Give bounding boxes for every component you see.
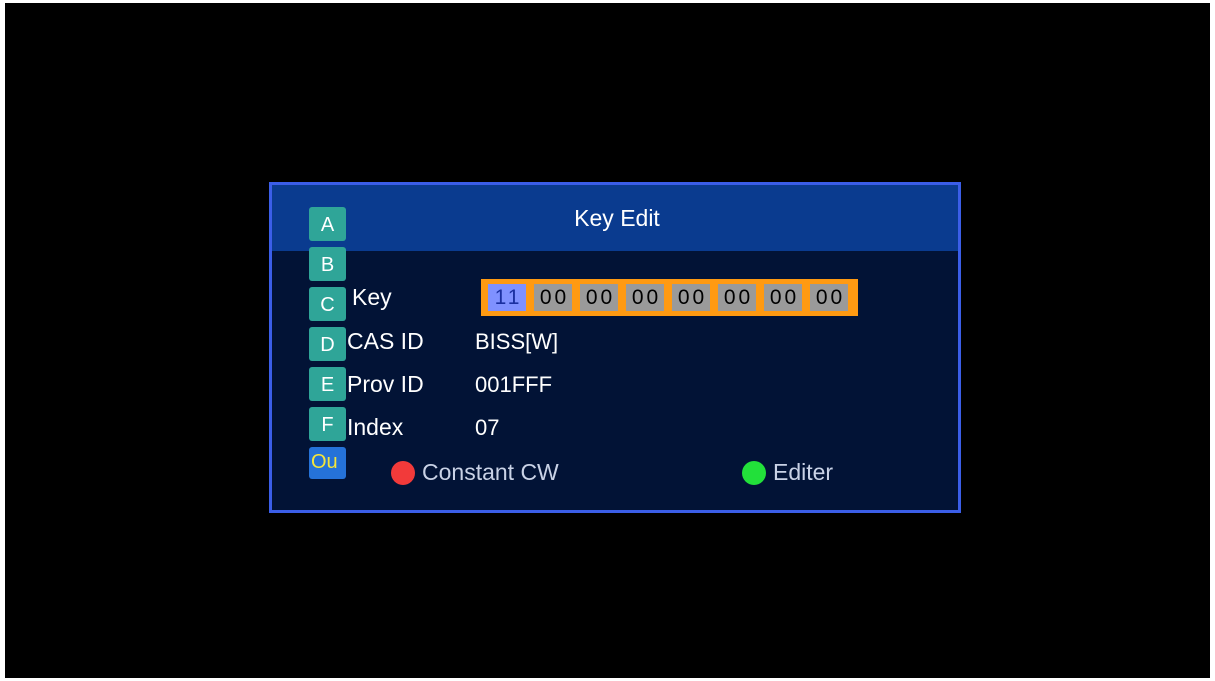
hex-key-e[interactable]: E — [309, 367, 346, 401]
index-value: 07 — [475, 415, 500, 440]
dialog-title: Key Edit — [574, 205, 660, 231]
hex-key-ou[interactable]: Ou — [309, 447, 346, 479]
prov-id-label: Prov ID — [347, 371, 424, 397]
green-hint-label: Editer — [773, 459, 834, 485]
key-edit-dialog: Key Edit A B C D E F Ou Key 11 00 00 00 … — [269, 182, 961, 513]
hex-key-a[interactable]: A — [309, 207, 346, 241]
key-byte-2[interactable]: 00 — [534, 284, 572, 311]
hex-key-d[interactable]: D — [309, 327, 346, 361]
key-byte-4[interactable]: 00 — [626, 284, 664, 311]
key-byte-6[interactable]: 00 — [718, 284, 756, 311]
red-hint-label: Constant CW — [422, 459, 559, 485]
key-byte-1[interactable]: 11 — [488, 284, 526, 311]
key-byte-8[interactable]: 00 — [810, 284, 848, 311]
key-byte-5[interactable]: 00 — [672, 284, 710, 311]
tv-screen: Key Edit A B C D E F Ou Key 11 00 00 00 … — [5, 3, 1210, 678]
cas-id-label: CAS ID — [347, 328, 424, 354]
red-button-icon — [391, 461, 415, 485]
key-input[interactable]: 11 00 00 00 00 00 00 00 — [481, 279, 858, 316]
key-label: Key — [352, 284, 392, 310]
green-button-icon — [742, 461, 766, 485]
hex-key-c[interactable]: C — [309, 287, 346, 321]
prov-id-value: 001FFF — [475, 372, 553, 397]
key-byte-3[interactable]: 00 — [580, 284, 618, 311]
hex-key-b[interactable]: B — [309, 247, 346, 281]
index-label: Index — [347, 414, 404, 440]
dialog-header: Key Edit — [272, 185, 958, 251]
hex-key-f[interactable]: F — [309, 407, 346, 441]
cas-id-value: BISS[W] — [475, 329, 559, 354]
key-byte-7[interactable]: 00 — [764, 284, 802, 311]
